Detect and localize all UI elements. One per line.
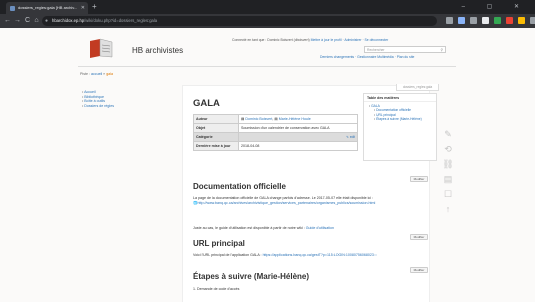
user-icon: ▤ — [241, 116, 245, 121]
browser-tabbar: dossiers_regles:gala [HB archiv... ✕ + ‒… — [0, 0, 535, 14]
breadcrumb: Piste : accueil » gala — [80, 72, 113, 76]
breadcrumb-label: Piste : — [80, 72, 90, 76]
category-edit-link[interactable]: ✎ edit — [346, 135, 355, 139]
history-icon[interactable]: ⟲ — [442, 143, 454, 155]
section-text: Voici l'URL principal de l'application G… — [193, 253, 262, 257]
section-heading: Documentation officielle — [193, 182, 286, 191]
site-title[interactable]: HB archivistes — [132, 46, 183, 55]
extension-icons — [446, 17, 535, 25]
page-title: GALA — [193, 98, 220, 109]
home-icon[interactable]: ⌂ — [32, 14, 41, 28]
section-note-text: Juste au cas, le guide d'utilisation est… — [193, 226, 305, 230]
favicon-icon — [10, 6, 15, 11]
section-paragraph: Voici l'URL principal de l'application G… — [193, 253, 431, 258]
table-row: Auteur ▤ Dominic Boisvert, ▤ Marie-Hélèn… — [193, 114, 358, 124]
edit-section-button[interactable]: Modifier — [410, 176, 428, 182]
sidebar: Accueil Bibliothèque Boîte à outils Doss… — [82, 90, 162, 108]
edit-section-button[interactable]: Modifier — [410, 234, 428, 240]
author-value: ▤ Dominic Boisvert, ▤ Marie-Hélène Houle — [238, 114, 358, 124]
section-heading: Étapes à suivre (Marie-Hélène) — [193, 272, 310, 281]
url-path: /wiki/doku.php?id=dossiers_regles:gala — [84, 18, 158, 23]
user-icon: ▤ — [274, 116, 278, 121]
toc-link-etapes[interactable]: Étapes à suivre (Marie-Hélène) — [376, 117, 422, 121]
back-icon[interactable]: ← — [3, 14, 12, 28]
reload-icon[interactable]: C — [23, 14, 32, 28]
search-placeholder: Rechercher — [367, 48, 385, 52]
extension-icon[interactable] — [458, 17, 465, 24]
tab-close-icon[interactable]: ✕ — [81, 2, 85, 14]
extension-icon[interactable] — [506, 17, 513, 24]
table-of-contents: Table des matières GALA Documentation of… — [363, 93, 437, 161]
header-divider — [78, 66, 456, 67]
table-row: Catégorie ✎ edit — [193, 132, 358, 142]
section-text: La page de la documentation officielle d… — [193, 196, 374, 200]
author-link-2[interactable]: Marie-Hélène Houle — [279, 117, 311, 121]
guide-link[interactable]: Guide d'utilisation — [306, 226, 334, 230]
site-logo-icon[interactable] — [88, 37, 116, 59]
user-bar: Connecté en tant que : Dominic Boisvert … — [232, 38, 389, 42]
subscribe-icon[interactable]: ☐ — [442, 188, 454, 200]
window-controls[interactable]: ‒ ▢ ✕ — [462, 0, 529, 14]
author-link-1[interactable]: Dominic Boisvert — [245, 117, 272, 121]
web-page: HB archivistes Connecté en tant que : Do… — [0, 28, 535, 302]
section-note: Juste au cas, le guide d'utilisation est… — [193, 226, 431, 231]
category-value: ✎ edit — [238, 132, 358, 142]
extension-icon[interactable] — [446, 17, 453, 24]
object-label: Objet — [193, 123, 239, 133]
table-row: Objet Soumission d'un calendrier de cons… — [193, 123, 358, 133]
extension-icon[interactable] — [530, 17, 535, 24]
table-row: Dernière mise à jour 2018-04-08 — [193, 141, 358, 151]
toc-item: GALA Documentation officielle URL princi… — [369, 104, 436, 121]
toc-item: Étapes à suivre (Marie-Hélène) — [374, 117, 436, 121]
admin-link[interactable]: Administrer — [344, 38, 361, 42]
external-link[interactable]: https://applications.banq.qc.ca/gestT?p=… — [263, 253, 377, 257]
browser-tab[interactable]: dossiers_regles:gala [HB archiv... ✕ — [6, 2, 88, 14]
toc-title[interactable]: Table des matières — [364, 94, 436, 103]
url-host: hbarchidox.ep.hp — [52, 18, 85, 23]
toc-list: GALA Documentation officielle URL princi… — [364, 104, 436, 121]
extension-icon[interactable] — [494, 17, 501, 24]
updated-label: Dernière mise à jour — [193, 141, 239, 151]
section-paragraph: 1. Demande de code d'accès — [193, 287, 240, 291]
object-value: Soumission d'un calendrier de conservati… — [238, 123, 358, 133]
search-input[interactable]: Rechercher ⚲ — [364, 46, 446, 53]
browser-toolbar: ← → C ⌂ ● hbarchidox.ep.hp/wiki/doku.php… — [0, 14, 535, 28]
extension-icon[interactable] — [470, 17, 477, 24]
section-paragraph: La page de la documentation officielle d… — [193, 196, 431, 206]
edit-section-button[interactable]: Modifier — [410, 267, 428, 273]
page-tools: ✎ ⟲ ⛓ ▤ ☐ ↑ — [442, 128, 454, 218]
back-to-top-icon[interactable]: ↑ — [442, 203, 454, 215]
author-label: Auteur — [193, 114, 239, 124]
media-manager-icon[interactable]: ▤ — [442, 173, 454, 185]
forward-icon[interactable]: → — [13, 14, 22, 28]
category-label: Catégorie — [193, 132, 239, 142]
site-tools[interactable]: Derniers changements · Gestionnaire Mult… — [320, 55, 414, 59]
breadcrumb-item-accueil[interactable]: accueil — [91, 72, 102, 76]
section-heading: URL principal — [193, 239, 245, 248]
profile-link[interactable]: Mettre à jour le profil — [311, 38, 342, 42]
breadcrumb-item-gala[interactable]: gala — [106, 72, 113, 76]
sidebar-item-dossiers-de-regles[interactable]: Dossiers de règles — [82, 104, 162, 109]
site-info-icon[interactable]: ● — [45, 16, 48, 26]
new-tab-button[interactable]: + — [92, 1, 97, 13]
address-bar[interactable]: ● hbarchidox.ep.hp/wiki/doku.php?id=doss… — [42, 16, 437, 26]
updated-value: 2018-04-08 — [238, 141, 358, 151]
metadata-table: Auteur ▤ Dominic Boisvert, ▤ Marie-Hélèn… — [193, 114, 358, 151]
external-link[interactable]: http://www.banq.qc.ca/archives/archivist… — [197, 201, 375, 205]
page-id: dossiers_regles:gala — [396, 84, 439, 91]
edit-page-icon[interactable]: ✎ — [442, 128, 454, 140]
extension-icon[interactable] — [518, 17, 525, 24]
search-icon[interactable]: ⚲ — [441, 47, 443, 53]
logged-in-label: Connecté en tant que : Dominic Boisvert … — [232, 38, 310, 42]
backlinks-icon[interactable]: ⛓ — [442, 158, 454, 170]
logout-link[interactable]: Se déconnecter — [365, 38, 389, 42]
tab-title: dossiers_regles:gala [HB archiv... — [18, 5, 78, 10]
extension-icon[interactable] — [482, 17, 489, 24]
